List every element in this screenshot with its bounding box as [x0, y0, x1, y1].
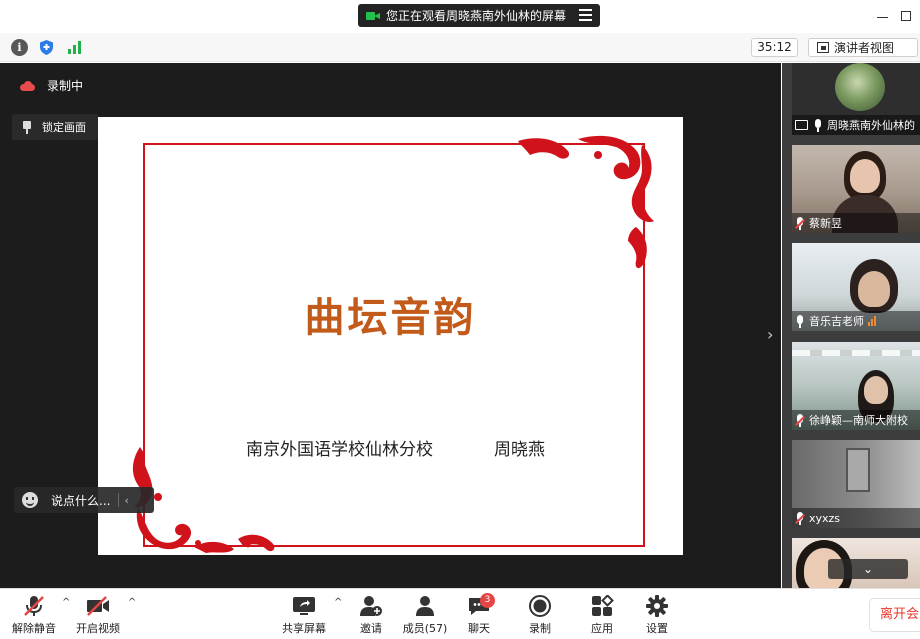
participant-tile[interactable]: 周晓燕南外仙林的: [792, 63, 920, 135]
quick-chat-bar[interactable]: 说点什么... ‹: [14, 487, 154, 513]
video-face: [858, 271, 890, 307]
shield-icon[interactable]: [38, 39, 55, 56]
share-screen-icon: [292, 595, 316, 617]
view-mode-button[interactable]: 演讲者视图: [808, 38, 918, 57]
record-icon: [528, 595, 552, 617]
participants-button[interactable]: 成员(57): [399, 595, 451, 636]
participant-name: 周晓燕南外仙林的: [827, 119, 915, 132]
participant-name: 徐峥颖—南师大附校: [809, 414, 908, 427]
participant-tile[interactable]: xyxzs: [792, 440, 920, 528]
avatar: [835, 63, 885, 111]
lock-screen-label: 锁定画面: [42, 121, 86, 134]
chat-unread-badge: 3: [480, 593, 495, 608]
menu-icon[interactable]: [579, 9, 592, 21]
settings-button[interactable]: 设置: [631, 595, 683, 636]
microphone-muted-icon: [795, 413, 805, 427]
cloud-record-icon: [20, 80, 35, 91]
invite-button[interactable]: 邀请: [345, 595, 397, 636]
microphone-muted-icon: [795, 511, 805, 525]
participant-name: xyxzs: [809, 511, 841, 525]
screen-share-notice-label: 您正在观看周晓燕南外仙林的屏幕: [386, 9, 567, 23]
meeting-window: 您正在观看周晓燕南外仙林的屏幕 i 35:12 演讲者视图 录制中 锁定画面 曲…: [0, 0, 920, 639]
slide-author-name: 周晓燕: [494, 440, 545, 460]
participant-tile[interactable]: 音乐吉老师: [792, 243, 920, 331]
presentation-slide: 曲坛音韵 南京外国语学校仙林分校 周晓燕: [98, 117, 683, 555]
microphone-muted-icon: [795, 216, 805, 230]
apps-button[interactable]: 应用: [576, 594, 628, 636]
video-options-caret-icon[interactable]: ^: [128, 597, 136, 608]
emoji-icon[interactable]: [22, 492, 38, 508]
chat-button[interactable]: 聊天: [453, 595, 505, 636]
pin-icon: [22, 120, 32, 134]
video-face: [850, 159, 880, 193]
settings-label: 设置: [646, 622, 668, 635]
slide-title: 曲坛音韵: [304, 294, 477, 341]
minimize-button[interactable]: [876, 8, 890, 22]
invite-label: 邀请: [360, 622, 382, 635]
video-face: [864, 376, 888, 404]
speaker-view-icon: [817, 42, 829, 53]
corner-ornament-top-right: [518, 135, 654, 269]
apps-label: 应用: [591, 622, 613, 635]
participant-tile[interactable]: 徐峥颖—南师大附校: [792, 342, 920, 430]
slide-school-name: 南京外国语学校仙林分校: [246, 440, 433, 460]
chevron-left-icon[interactable]: ‹: [124, 494, 128, 507]
record-label: 录制: [529, 622, 551, 635]
leave-meeting-button[interactable]: 离开会: [869, 598, 920, 632]
screen-share-notice[interactable]: 您正在观看周晓燕南外仙林的屏幕: [358, 4, 600, 27]
participant-label: 周晓燕南外仙林的: [792, 115, 920, 135]
start-video-label: 开启视频: [76, 622, 120, 635]
share-screen-button[interactable]: 共享屏幕: [278, 595, 330, 636]
view-mode-label: 演讲者视图: [834, 41, 895, 55]
screen-share-icon: [795, 120, 808, 130]
microphone-icon: [795, 314, 805, 328]
shared-screen-stage: 录制中 锁定画面 曲坛音韵 南京外国语学校仙林分校 周晓燕 说点什么... ‹ …: [0, 63, 781, 588]
share-options-caret-icon[interactable]: ^: [334, 597, 342, 608]
recording-indicator[interactable]: 录制中: [20, 77, 83, 94]
unmute-label: 解除静音: [12, 622, 56, 635]
gallery-scroll-down-button[interactable]: ⌄: [828, 559, 908, 579]
video-window-frame: [846, 448, 870, 492]
audio-level-icon: [868, 316, 877, 326]
participant-label: xyxzs: [792, 508, 920, 528]
participant-label: 音乐吉老师: [792, 311, 920, 331]
audio-options-caret-icon[interactable]: ^: [62, 597, 70, 608]
participant-label: 蔡新昱: [792, 213, 920, 233]
microphone-icon: [813, 118, 823, 132]
lock-screen-button[interactable]: 锁定画面: [12, 114, 98, 140]
recording-label: 录制中: [47, 79, 84, 93]
record-button[interactable]: 录制: [514, 595, 566, 636]
corner-ornament-bottom-left: [132, 447, 275, 553]
info-icon[interactable]: i: [11, 39, 28, 56]
ceiling-lights: [792, 350, 920, 356]
video-off-icon: [86, 595, 110, 617]
microphone-muted-icon: [22, 595, 46, 617]
unmute-button[interactable]: 解除静音: [8, 595, 60, 636]
camera-icon: [366, 11, 380, 21]
signal-strength-icon[interactable]: [66, 39, 83, 56]
chevron-right-icon[interactable]: ›: [767, 325, 773, 344]
share-screen-label: 共享屏幕: [282, 622, 326, 635]
maximize-button[interactable]: [901, 11, 911, 21]
start-video-button[interactable]: 开启视频: [72, 595, 124, 636]
participants-icon: [413, 595, 437, 617]
participant-label: 徐峥颖—南师大附校: [792, 410, 920, 430]
gear-icon: [645, 595, 669, 617]
participant-name: 蔡新昱: [809, 217, 842, 230]
participant-gallery: 周晓燕南外仙林的 蔡新昱 音乐吉老师 徐峥颖—南师大附校 xyxzs ⌄: [782, 63, 920, 588]
chat-separator: [118, 493, 120, 507]
meeting-timer: 35:12: [751, 38, 798, 57]
quick-chat-placeholder[interactable]: 说点什么...: [51, 492, 110, 509]
participants-label: 成员(57): [402, 622, 448, 635]
add-user-icon: [359, 595, 383, 617]
chat-label: 聊天: [468, 622, 490, 635]
participant-tile[interactable]: 蔡新昱: [792, 145, 920, 233]
title-bar: 您正在观看周晓燕南外仙林的屏幕: [0, 0, 920, 33]
participant-name: 音乐吉老师: [809, 315, 864, 328]
apps-icon: [590, 594, 614, 617]
meeting-controls-toolbar: 解除静音 ^ 开启视频 ^ 共享屏幕 ^ 邀请 成员(57) 聊天 3 录制 应…: [0, 588, 920, 639]
meeting-info-bar: i 35:12 演讲者视图: [0, 33, 920, 62]
